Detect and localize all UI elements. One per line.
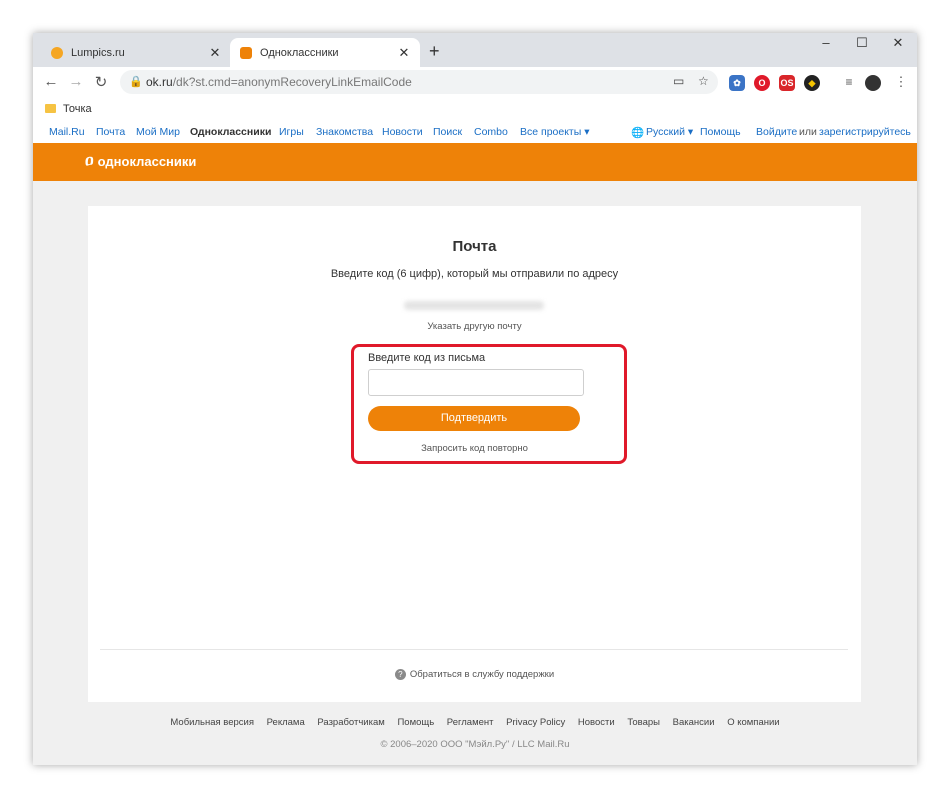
ok-favicon-icon [240, 46, 252, 59]
lumpics-favicon-icon [51, 46, 63, 59]
or-text: или [799, 126, 817, 138]
globe-icon: 🌐 [631, 127, 645, 139]
portal-link-ok[interactable]: Одноклассники [190, 126, 271, 138]
change-email-link[interactable]: Указать другую почту [88, 321, 861, 332]
tab-lumpics[interactable]: Lumpics.ru ✕ [41, 38, 231, 67]
close-window-button[interactable]: ✕ [883, 35, 913, 51]
confirm-button[interactable]: Подтвердить [368, 406, 580, 431]
register-link[interactable]: зарегистрируйтесь [819, 126, 911, 138]
ok-logo-text: одноклассники [97, 153, 197, 169]
reload-button[interactable]: ↻ [91, 73, 111, 91]
opera-icon[interactable]: O [754, 75, 770, 91]
minimize-button[interactable]: – [811, 35, 841, 50]
footer-link-mobile[interactable]: Мобильная версия [170, 717, 254, 728]
avatar[interactable] [865, 75, 881, 91]
footer-link-ads[interactable]: Реклама [267, 717, 305, 728]
portal-help-link[interactable]: Помощь [700, 126, 741, 138]
url-path: /dk?st.cmd=anonymRecoveryLinkEmailCode [172, 75, 412, 89]
url-host: ok.ru [146, 75, 173, 89]
tab-title: Одноклассники [260, 46, 339, 59]
ok-header: ዐ одноклассники [33, 143, 917, 181]
help-icon: ? [394, 669, 406, 680]
portal-link-mailru[interactable]: Mail.Ru [49, 126, 85, 138]
portal-link-games[interactable]: Игры [279, 126, 304, 138]
url-text: ok.ru/dk?st.cmd=anonymRecoveryLinkEmailC… [146, 75, 412, 89]
portal-link-combo[interactable]: Combo [474, 126, 508, 138]
footer-link-privacy[interactable]: Privacy Policy [506, 717, 565, 728]
code-input[interactable] [368, 369, 584, 396]
menu-icon[interactable]: ⋮ [891, 74, 911, 90]
folder-icon [45, 104, 56, 113]
blurred-email [404, 301, 544, 310]
footer-link-help[interactable]: Помощь [397, 717, 434, 728]
extension-gear-icon[interactable]: ✿ [729, 75, 745, 91]
lock-icon: 🔒 [129, 76, 143, 88]
cast-icon[interactable]: ▭ [673, 74, 684, 88]
extension-os-icon[interactable]: OS [779, 75, 795, 91]
footer-link-developers[interactable]: Разработчикам [317, 717, 384, 728]
tab-strip: Lumpics.ru ✕ Одноклассники ✕ + – ☐ ✕ [33, 33, 917, 67]
footer-link-news[interactable]: Новости [578, 717, 615, 728]
extension-shield-icon[interactable]: ◆ [804, 75, 820, 91]
footer-link-rules[interactable]: Регламент [447, 717, 494, 728]
star-icon[interactable]: ☆ [698, 74, 709, 88]
address-bar[interactable]: 🔒 ok.ru/dk?st.cmd=anonymRecoveryLinkEmai… [120, 70, 718, 94]
ok-logo-icon: ዐ [85, 152, 94, 169]
footer-link-goods[interactable]: Товары [627, 717, 660, 728]
support-link-text: Обратиться в службу поддержки [409, 669, 555, 681]
tab-title: Lumpics.ru [71, 46, 125, 59]
page-title: Почта [452, 238, 497, 255]
recovery-card: Почта Введите код (6 цифр), который мы о… [88, 206, 861, 702]
portal-link-dating[interactable]: Знакомства [316, 126, 373, 138]
tab-close-icon[interactable]: ✕ [207, 45, 223, 61]
instruction-text: Введите код (6 цифр), который мы отправи… [330, 268, 619, 280]
reading-list-icon[interactable]: ≡ [839, 75, 859, 89]
maximize-button[interactable]: ☐ [847, 35, 877, 51]
language-select[interactable]: Русский ▾ [646, 126, 693, 138]
portal-link-mail[interactable]: Почта [96, 126, 125, 138]
browser-window: Lumpics.ru ✕ Одноклассники ✕ + – ☐ ✕ ← →… [33, 33, 917, 765]
back-button[interactable]: ← [41, 73, 61, 90]
copyright: © 2006–2020 ООО "Мэйл.Ру" / LLC Mail.Ru [380, 739, 570, 750]
portal-link-search[interactable]: Поиск [433, 126, 462, 138]
resend-code-link[interactable]: Запросить код повторно [88, 443, 861, 454]
portal-nav: Mail.Ru Почта Мой Мир Одноклассники Игры… [33, 123, 917, 143]
forward-button[interactable]: → [66, 73, 86, 90]
footer-link-about[interactable]: О компании [727, 717, 779, 728]
footer-links: Мобильная версия Реклама Разработчикам П… [33, 717, 917, 728]
tab-odnoklassniki[interactable]: Одноклассники ✕ [230, 38, 420, 67]
tab-close-icon[interactable]: ✕ [396, 45, 412, 61]
portal-link-all-projects[interactable]: Все проекты ▾ [520, 126, 589, 138]
bookmark-tochka[interactable]: Точка [63, 103, 92, 115]
portal-link-news[interactable]: Новости [382, 126, 423, 138]
ok-logo[interactable]: ዐ одноклассники [85, 152, 196, 170]
browser-toolbar: ← → ↻ 🔒 ok.ru/dk?st.cmd=anonymRecoveryLi… [33, 67, 917, 99]
bookmarks-bar: Точка [33, 99, 917, 124]
footer-link-jobs[interactable]: Вакансии [673, 717, 715, 728]
login-link[interactable]: Войдите [756, 126, 797, 138]
portal-link-mymir[interactable]: Мой Мир [136, 126, 180, 138]
new-tab-button[interactable]: + [429, 41, 440, 62]
divider [100, 649, 848, 650]
support-link[interactable]: ? Обратиться в службу поддержки [88, 669, 861, 680]
code-label: Введите код из письма [368, 352, 486, 364]
